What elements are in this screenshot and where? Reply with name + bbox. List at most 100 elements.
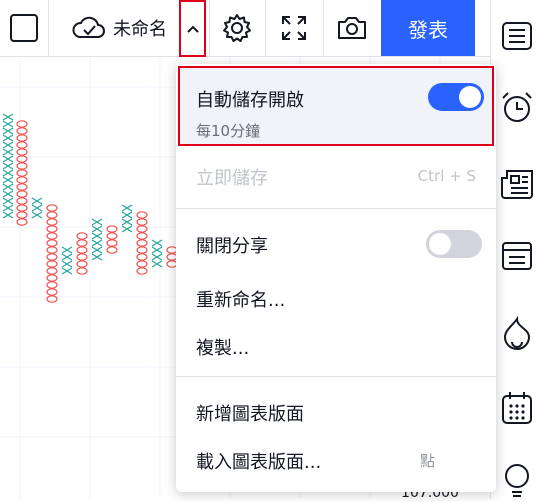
- x-mark: [31, 211, 43, 219]
- alarm-clock-icon: [499, 90, 535, 130]
- cloud-icon: [71, 16, 107, 40]
- o-mark: [136, 267, 148, 275]
- x-mark: [2, 162, 14, 170]
- o-mark: [16, 127, 28, 135]
- publish-button[interactable]: 發表: [381, 0, 475, 56]
- save-layout-button[interactable]: 未命名: [60, 0, 178, 56]
- screener-icon: [500, 239, 534, 277]
- o-mark: [106, 246, 118, 254]
- x-mark: [31, 204, 43, 212]
- save-now-item[interactable]: 立即儲存 Ctrl + S: [176, 164, 496, 190]
- save-options-menu: 自動儲存開啟 每10分鐘 立即儲存 Ctrl + S 關閉分享 重新命名... …: [176, 64, 496, 492]
- x-mark: [2, 113, 14, 121]
- x-mark: [61, 253, 73, 261]
- menu-divider: [176, 208, 496, 209]
- autosave-toggle[interactable]: [428, 83, 484, 111]
- o-mark: [76, 267, 88, 275]
- menu-divider: [176, 376, 496, 377]
- o-mark: [76, 260, 88, 268]
- o-mark: [76, 246, 88, 254]
- o-mark: [16, 183, 28, 191]
- o-mark: [16, 169, 28, 177]
- fullscreen-icon: [280, 14, 308, 42]
- autosave-label: 自動儲存開啟: [196, 90, 304, 111]
- o-mark: [46, 218, 58, 226]
- layout-button[interactable]: [0, 0, 48, 56]
- o-mark: [16, 204, 28, 212]
- copy-item[interactable]: 複製...: [176, 334, 496, 360]
- rename-item[interactable]: 重新命名...: [176, 286, 496, 312]
- watchlist-button[interactable]: [497, 18, 537, 58]
- o-mark: [16, 218, 28, 226]
- x-mark: [2, 148, 14, 156]
- x-mark: [2, 183, 14, 191]
- x-mark: [61, 246, 73, 254]
- x-mark: [2, 141, 14, 149]
- hotlist-flame-icon: [500, 315, 534, 356]
- o-mark: [16, 134, 28, 142]
- o-mark: [76, 232, 88, 240]
- save-now-label: 立即儲存: [196, 168, 268, 189]
- right-sidebar: [490, 0, 542, 499]
- o-mark: [46, 204, 58, 212]
- x-mark: [91, 246, 103, 254]
- camera-icon: [336, 14, 368, 42]
- calendar-icon: [500, 390, 534, 430]
- gear-icon: [222, 13, 252, 43]
- o-mark: [46, 281, 58, 289]
- o-mark: [106, 232, 118, 240]
- calendar-button[interactable]: [497, 390, 537, 430]
- save-menu-toggle-button[interactable]: [179, 0, 206, 57]
- share-item[interactable]: 關閉分享: [176, 230, 496, 258]
- o-mark: [46, 260, 58, 268]
- o-mark: [16, 211, 28, 219]
- x-mark: [121, 204, 133, 212]
- fullscreen-button[interactable]: [266, 0, 322, 56]
- screener-button[interactable]: [497, 238, 537, 278]
- o-mark: [136, 246, 148, 254]
- x-mark: [2, 176, 14, 184]
- load-layout-item[interactable]: 載入圖表版面... 點: [176, 448, 496, 474]
- settings-button[interactable]: [210, 0, 264, 56]
- o-mark: [46, 211, 58, 219]
- o-mark: [16, 190, 28, 198]
- o-mark: [46, 274, 58, 282]
- x-mark: [61, 260, 73, 268]
- new-layout-label: 新增圖表版面: [196, 404, 304, 425]
- o-mark: [16, 120, 28, 128]
- autosave-item[interactable]: 自動儲存開啟 每10分鐘: [178, 66, 494, 146]
- share-label: 關閉分享: [196, 236, 268, 257]
- x-mark: [2, 204, 14, 212]
- load-layout-shortcut: 點: [420, 452, 436, 470]
- x-mark: [2, 190, 14, 198]
- x-mark: [2, 127, 14, 135]
- save-now-shortcut: Ctrl + S: [417, 167, 476, 185]
- layout-square-icon: [9, 13, 39, 43]
- ideas-button[interactable]: [497, 462, 537, 502]
- o-mark: [16, 148, 28, 156]
- chevron-up-icon: [186, 19, 200, 38]
- x-mark: [91, 232, 103, 240]
- o-mark: [76, 253, 88, 261]
- news-button[interactable]: [497, 166, 537, 206]
- snapshot-button[interactable]: [324, 0, 380, 56]
- o-mark: [16, 197, 28, 205]
- new-layout-item[interactable]: 新增圖表版面: [176, 400, 496, 426]
- hotlists-button[interactable]: [497, 315, 537, 356]
- o-mark: [46, 253, 58, 261]
- o-mark: [46, 239, 58, 247]
- o-mark: [16, 162, 28, 170]
- share-toggle[interactable]: [426, 230, 482, 258]
- o-mark: [46, 267, 58, 275]
- o-mark: [46, 246, 58, 254]
- ideas-bulb-icon: [501, 462, 533, 502]
- x-mark: [91, 253, 103, 261]
- autosave-interval-label: 每10分鐘: [196, 122, 261, 140]
- o-mark: [16, 141, 28, 149]
- x-mark: [2, 134, 14, 142]
- x-mark: [2, 169, 14, 177]
- top-toolbar: 未命名 發表: [0, 0, 490, 57]
- watchlist-icon: [500, 19, 534, 57]
- alerts-button[interactable]: [497, 90, 537, 130]
- o-mark: [136, 260, 148, 268]
